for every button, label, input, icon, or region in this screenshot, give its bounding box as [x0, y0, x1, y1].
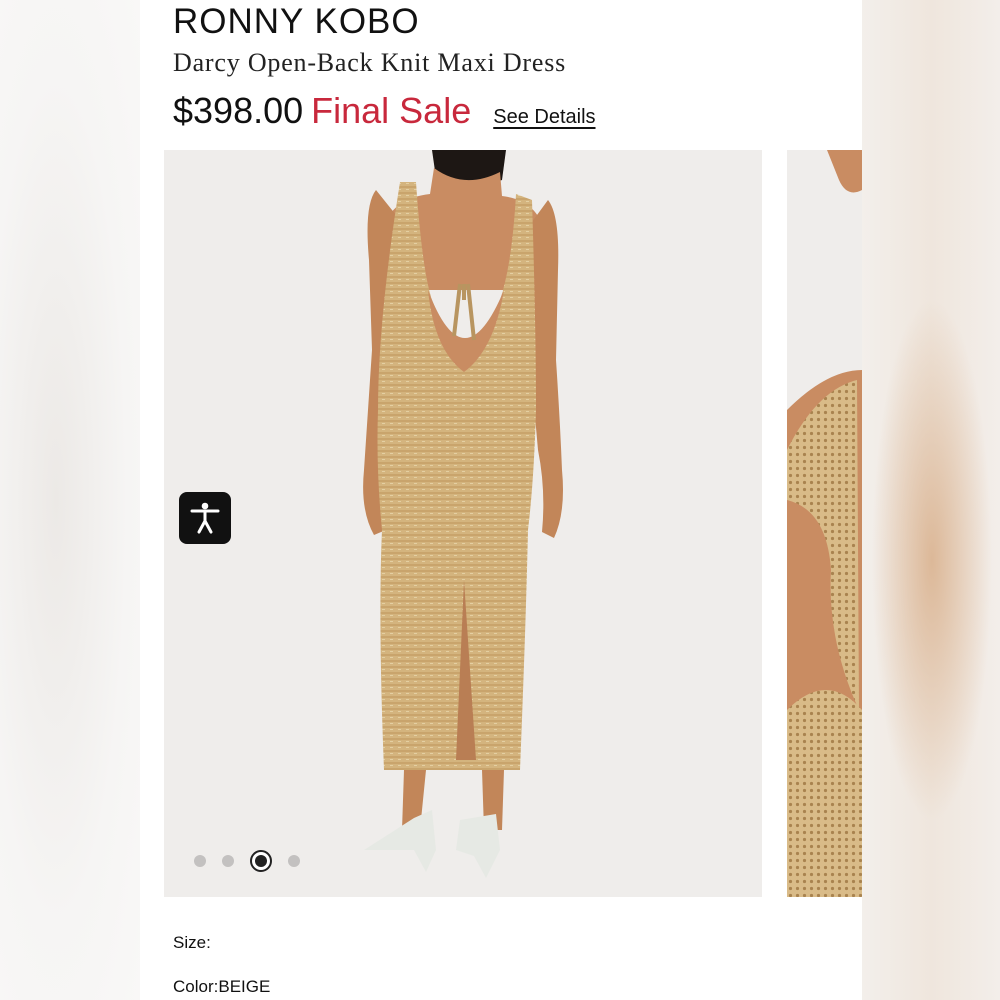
product-page: RONNY KOBO Darcy Open-Back Knit Maxi Dre… [140, 0, 862, 1000]
product-title: Darcy Open-Back Knit Maxi Dress [173, 48, 567, 77]
see-details-link[interactable]: See Details [493, 106, 595, 129]
accessibility-button[interactable] [179, 492, 231, 544]
product-image-next[interactable] [787, 150, 862, 897]
dress-back-view-image [164, 150, 762, 897]
background-blur-right [862, 0, 1000, 1000]
carousel-dot-4[interactable] [288, 855, 300, 867]
price-row: $398.00 Final Sale See Details [173, 90, 596, 134]
accessibility-icon [190, 502, 220, 534]
carousel-dot-3-active[interactable] [250, 850, 272, 872]
color-label: Color: [173, 977, 219, 996]
color-option: Color:BEIGE [173, 977, 270, 997]
background-blur-left [0, 0, 140, 1000]
final-sale-badge: Final Sale [311, 90, 472, 131]
dress-detail-crop-image [787, 150, 862, 897]
price: $398.00 [173, 90, 304, 131]
color-value: BEIGE [218, 977, 271, 996]
product-image-main[interactable] [164, 150, 762, 897]
size-label: Size: [173, 933, 211, 952]
brand-name[interactable]: RONNY KOBO [173, 2, 420, 42]
carousel-dot-1[interactable] [194, 855, 206, 867]
carousel-dots [194, 850, 300, 872]
carousel-dot-2[interactable] [222, 855, 234, 867]
